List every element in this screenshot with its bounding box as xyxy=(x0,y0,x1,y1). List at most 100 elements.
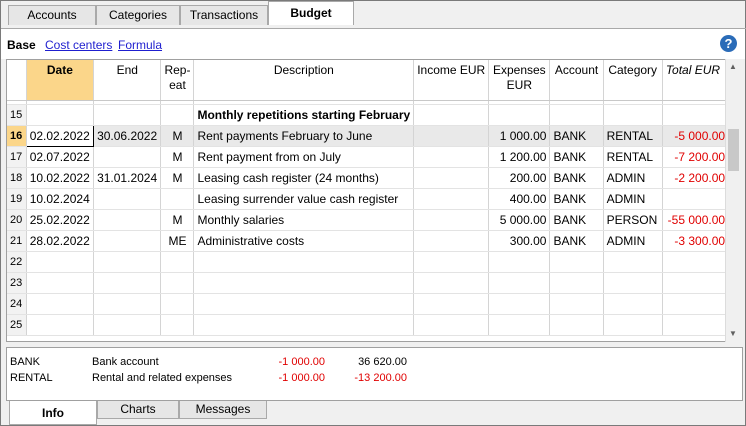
table-row[interactable]: 19 10.02.2024 Leasing surrender value cash… xyxy=(7,188,739,210)
cell-account[interactable] xyxy=(549,272,604,294)
row-number[interactable]: 23 xyxy=(7,272,27,294)
vertical-scrollbar[interactable]: ▲ ▼ xyxy=(725,59,740,342)
table-row[interactable]: 18 10.02.2022 31.01.2024 M Leasing cash regi… xyxy=(7,167,739,189)
cell-expenses[interactable]: 1 000.00 xyxy=(488,125,551,147)
cell-account[interactable] xyxy=(549,293,604,315)
row-number[interactable]: 20 xyxy=(7,209,27,231)
cell-description[interactable]: Monthly salaries xyxy=(193,209,415,231)
row-number[interactable]: 24 xyxy=(7,293,27,315)
cell-category[interactable]: ADMIN xyxy=(603,188,663,210)
cell-repeat[interactable]: M xyxy=(160,146,195,168)
view-formula-link[interactable]: Formula xyxy=(118,38,162,52)
cell-end[interactable] xyxy=(93,272,162,294)
cell-repeat[interactable]: M xyxy=(160,167,195,189)
cell-date[interactable] xyxy=(26,293,95,315)
cell-end[interactable]: 31.01.2024 xyxy=(93,167,162,189)
cell-repeat[interactable] xyxy=(160,251,195,273)
tab-charts[interactable]: Charts xyxy=(97,401,179,419)
tab-accounts[interactable]: Accounts xyxy=(8,5,96,25)
table-row[interactable]: 21 28.02.2022 ME Administrative costs 300.00… xyxy=(7,230,739,252)
tab-budget[interactable]: Budget xyxy=(268,1,354,25)
cell-total[interactable]: -5 000.00 xyxy=(662,125,730,147)
cell-expenses[interactable] xyxy=(488,272,551,294)
cell-expenses[interactable]: 5 000.00 xyxy=(488,209,551,231)
cell-category[interactable]: ADMIN xyxy=(603,167,663,189)
cell-end[interactable] xyxy=(93,314,162,336)
cell-end[interactable] xyxy=(93,188,162,210)
cell-expenses[interactable] xyxy=(488,104,551,126)
cell-total[interactable] xyxy=(662,188,730,210)
scroll-thumb[interactable] xyxy=(728,129,739,171)
cell-income[interactable] xyxy=(413,230,490,252)
table-row[interactable]: 25 xyxy=(7,314,739,336)
table-row[interactable]: 24 xyxy=(7,293,739,315)
scroll-down-icon[interactable]: ▼ xyxy=(729,329,737,338)
cell-total[interactable]: -3 300.00 xyxy=(662,230,730,252)
cell-expenses[interactable] xyxy=(488,251,551,273)
cell-expenses[interactable]: 200.00 xyxy=(488,167,551,189)
cell-total[interactable] xyxy=(662,272,730,294)
table-row[interactable]: 17 02.07.2022 M Rent payment from on July 1 … xyxy=(7,146,739,168)
col-account-header[interactable]: Account xyxy=(549,60,604,101)
cell-description[interactable]: Leasing surrender value cash register xyxy=(193,188,415,210)
cell-repeat[interactable] xyxy=(160,272,195,294)
cell-date[interactable] xyxy=(26,104,95,126)
cell-income[interactable] xyxy=(413,293,490,315)
cell-description[interactable]: Administrative costs xyxy=(193,230,415,252)
cell-date[interactable]: 10.02.2022 xyxy=(26,167,95,189)
cell-repeat[interactable]: ME xyxy=(160,230,195,252)
cell-category[interactable]: ADMIN xyxy=(603,230,663,252)
cell-end[interactable]: 30.06.2022 xyxy=(93,125,162,147)
cell-end[interactable] xyxy=(93,251,162,273)
col-description-header[interactable]: Description xyxy=(193,60,415,101)
cell-date[interactable]: 10.02.2024 xyxy=(26,188,95,210)
cell-description[interactable] xyxy=(193,314,415,336)
cell-date[interactable]: 28.02.2022 xyxy=(26,230,95,252)
tab-messages[interactable]: Messages xyxy=(179,401,267,419)
cell-category[interactable]: PERSON xyxy=(603,209,663,231)
cell-expenses[interactable]: 300.00 xyxy=(488,230,551,252)
col-end-header[interactable]: End xyxy=(93,60,162,101)
cell-account[interactable]: BANK xyxy=(549,230,604,252)
cell-repeat[interactable] xyxy=(160,188,195,210)
cell-expenses[interactable] xyxy=(488,293,551,315)
cell-category[interactable] xyxy=(603,251,663,273)
row-number[interactable]: 21 xyxy=(7,230,27,252)
cell-end[interactable] xyxy=(93,104,162,126)
table-row[interactable]: 22 xyxy=(7,251,739,273)
table-row[interactable]: 15 Monthly repetitions starting February xyxy=(7,104,739,126)
cell-account[interactable] xyxy=(549,251,604,273)
cell-description[interactable] xyxy=(193,293,415,315)
cell-date[interactable]: 25.02.2022 xyxy=(26,209,95,231)
cell-account[interactable]: BANK xyxy=(549,167,604,189)
row-number[interactable]: 25 xyxy=(7,314,27,336)
row-number[interactable]: 16 xyxy=(7,125,27,147)
cell-income[interactable] xyxy=(413,314,490,336)
cell-category[interactable]: RENTAL xyxy=(603,146,663,168)
cell-income[interactable] xyxy=(413,146,490,168)
row-number[interactable]: 15 xyxy=(7,104,27,126)
row-number[interactable]: 19 xyxy=(7,188,27,210)
cell-end[interactable] xyxy=(93,230,162,252)
table-row[interactable]: 20 25.02.2022 M Monthly salaries 5 000.00 BAN… xyxy=(7,209,739,231)
cell-income[interactable] xyxy=(413,104,490,126)
cell-repeat[interactable] xyxy=(160,293,195,315)
cell-category[interactable]: RENTAL xyxy=(603,125,663,147)
col-date-header[interactable]: Date xyxy=(26,60,95,101)
cell-total[interactable] xyxy=(662,293,730,315)
cell-category[interactable] xyxy=(603,104,663,126)
cell-income[interactable] xyxy=(413,188,490,210)
row-number[interactable]: 17 xyxy=(7,146,27,168)
cell-total[interactable] xyxy=(662,104,730,126)
help-icon[interactable]: ? xyxy=(720,35,737,52)
cell-account[interactable] xyxy=(549,314,604,336)
scroll-up-icon[interactable]: ▲ xyxy=(729,62,737,71)
cell-account[interactable] xyxy=(549,104,604,126)
cell-end[interactable] xyxy=(93,293,162,315)
cell-date[interactable]: 02.02.2022 xyxy=(25,124,95,147)
cell-repeat[interactable] xyxy=(160,104,195,126)
cell-repeat[interactable]: M xyxy=(160,209,195,231)
cell-description[interactable] xyxy=(193,251,415,273)
cell-total[interactable]: -2 200.00 xyxy=(662,167,730,189)
view-base[interactable]: Base xyxy=(7,38,36,52)
